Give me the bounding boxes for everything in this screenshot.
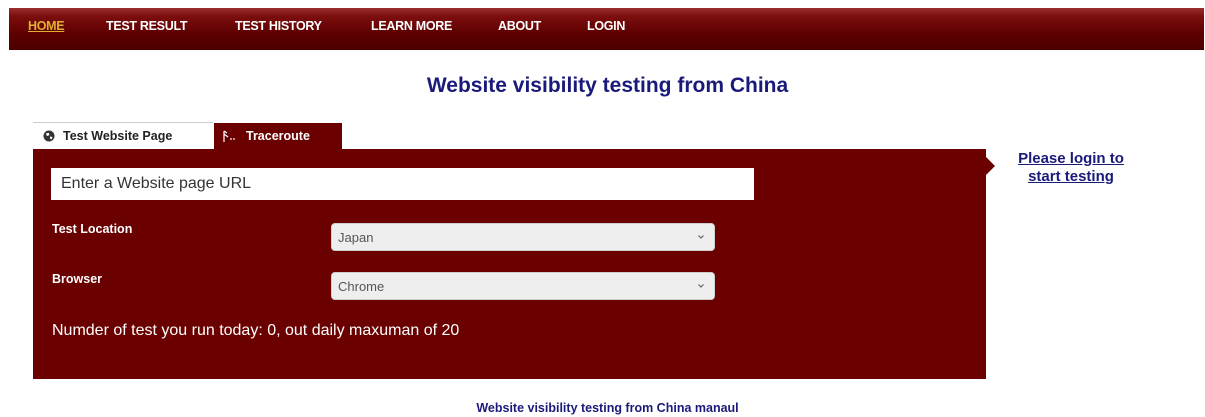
nav-login-link[interactable]: LOGIN	[587, 19, 625, 33]
browser-label: Browser	[52, 272, 103, 286]
nav-learn-more-link[interactable]: LEARN MORE	[371, 19, 452, 33]
panel-pointer-arrow	[986, 157, 995, 175]
test-location-value: Japan	[338, 229, 374, 245]
nav-home-link[interactable]: HOME	[28, 19, 65, 33]
tab-test-website-page[interactable]: Test Website Page	[33, 122, 213, 149]
test-location-label: Test Location	[52, 222, 133, 236]
browser-select[interactable]: Chrome	[331, 272, 715, 300]
chevron-down-icon	[698, 284, 704, 288]
tab-test-website-page-label: Test Website Page	[63, 129, 173, 143]
manual-link[interactable]: Website visibility testing from China ma…	[0, 401, 1205, 415]
test-location-select[interactable]: Japan	[331, 223, 715, 251]
daily-test-quota-text: Numder of test you run today: 0, out dai…	[52, 322, 460, 339]
login-to-start-link[interactable]: Please login to start testing	[1000, 150, 1142, 186]
page-title: Website visibility testing from China	[426, 74, 789, 97]
nav-about-link[interactable]: ABOUT	[498, 19, 541, 33]
browser-value: Chrome	[338, 278, 385, 294]
nav-test-result-link[interactable]: TEST RESULT	[106, 19, 188, 33]
traceroute-icon	[223, 130, 235, 142]
nav-test-history-link[interactable]: TEST HISTORY	[235, 19, 322, 33]
chevron-down-icon	[698, 235, 704, 239]
tab-traceroute-label: Traceroute	[246, 129, 310, 143]
login-link-line1: Please login to	[1018, 150, 1124, 167]
top-navbar: HOME TEST RESULT TEST HISTORY LEARN MORE…	[9, 8, 1204, 50]
url-input[interactable]	[51, 168, 754, 200]
globe-icon	[43, 130, 55, 142]
login-link-line2: start testing	[1028, 168, 1114, 185]
tab-traceroute[interactable]: Traceroute	[213, 122, 343, 149]
